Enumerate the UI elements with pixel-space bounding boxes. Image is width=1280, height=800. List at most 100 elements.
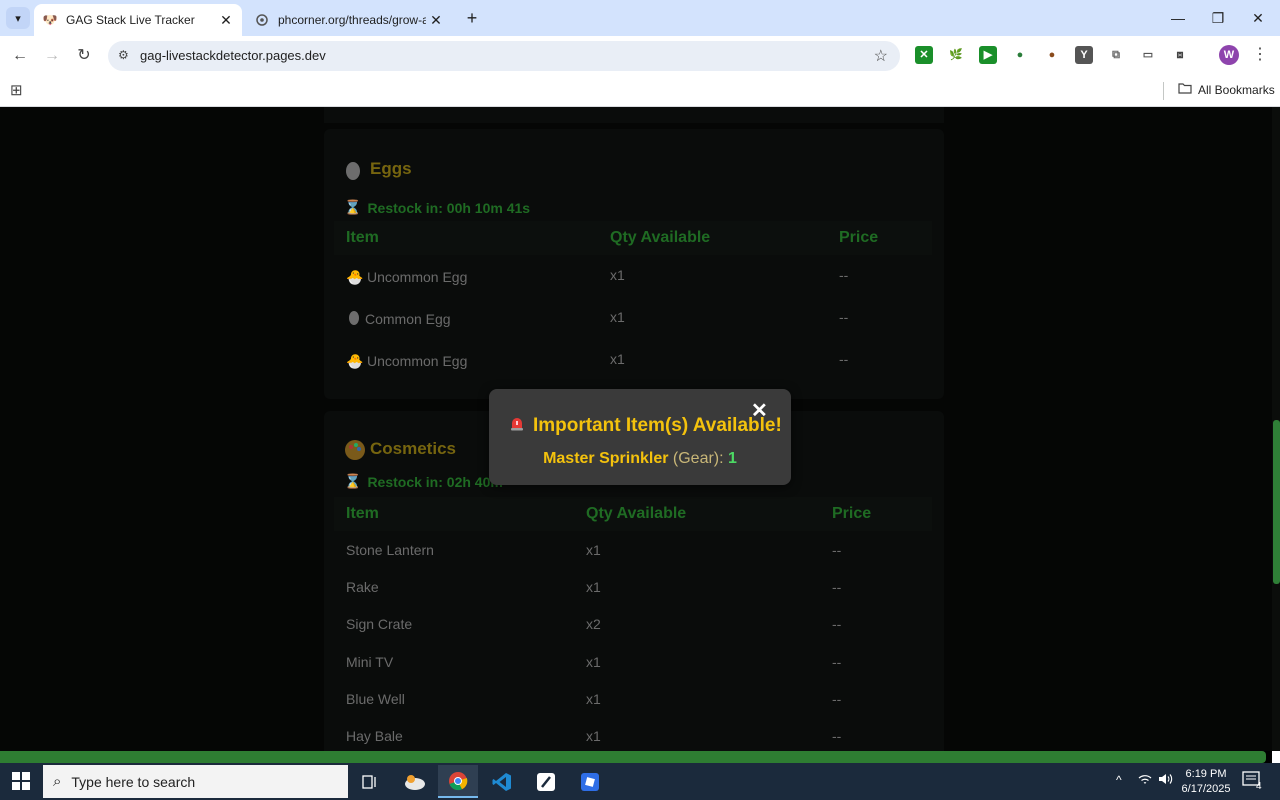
dog-favicon-icon: 🐶	[42, 13, 58, 27]
apps-grid-icon[interactable]: ⊞	[10, 81, 23, 99]
extension-green-icon[interactable]: ✕	[915, 46, 933, 64]
forward-button[interactable]: →	[40, 44, 64, 68]
clock-date: 6/17/2025	[1181, 783, 1231, 795]
column-header: Qty Available	[610, 229, 711, 246]
item-price: --	[832, 579, 842, 595]
all-bookmarks-button[interactable]: All Bookmarks	[1178, 82, 1275, 97]
eggs-title: Eggs	[344, 159, 412, 180]
minimize-button[interactable]: —	[1158, 6, 1198, 30]
item-name: Sign Crate	[346, 616, 413, 632]
horizontal-scrollbar[interactable]	[0, 751, 1266, 763]
item-price: --	[839, 267, 849, 283]
eggs-section: Eggs ⌛ Restock in: 00h 10m 41s Item Qty …	[324, 129, 944, 399]
table-row: Mini TV x1 --	[334, 643, 932, 680]
item-name: Rake	[346, 579, 379, 595]
item-price: --	[832, 691, 842, 707]
extension-y-icon[interactable]: Y	[1075, 46, 1093, 64]
common-egg-icon	[348, 309, 360, 328]
task-view-icon[interactable]	[350, 765, 390, 798]
uncommon-egg-icon: 🐣	[346, 353, 364, 369]
table-row: Rake x1 --	[334, 568, 932, 605]
taskbar-clock[interactable]: 6:19 PM 6/17/2025	[1176, 767, 1236, 797]
extension-globe-icon[interactable]: ●	[1011, 46, 1029, 64]
scrollbar-corner	[1272, 751, 1280, 763]
tray-chevron-up-icon[interactable]: ^	[1116, 773, 1122, 787]
scrollbar-thumb[interactable]	[1273, 420, 1280, 584]
url-text: gag-livestackdetector.pages.dev	[140, 48, 326, 63]
siren-icon	[509, 415, 525, 437]
item-name: Uncommon Egg	[367, 269, 468, 285]
item-qty: x2	[586, 616, 601, 632]
tab-title: GAG Stack Live Tracker	[66, 13, 195, 27]
cosmetics-table: Item Qty Available Price Stone Lantern x…	[334, 497, 932, 751]
table-row: Common Egg x1 --	[334, 297, 932, 339]
vscode-app-icon[interactable]	[482, 765, 522, 798]
windows-start-icon[interactable]	[12, 772, 30, 790]
column-header: Qty Available	[586, 505, 687, 522]
roblox-studio-app-icon[interactable]	[526, 765, 566, 798]
back-button[interactable]: ←	[8, 44, 32, 68]
extension-leaf-icon[interactable]: 🌿	[947, 46, 965, 64]
eggs-title-text: Eggs	[370, 159, 412, 178]
bookmarks-divider	[1163, 82, 1164, 100]
windows-taskbar: ⌕ Type here to search ^ 6:19 PM 6/17/202…	[0, 763, 1280, 800]
site-info-icon[interactable]: ⚙	[118, 48, 129, 62]
item-name: Stone Lantern	[346, 542, 434, 558]
window-close-button[interactable]: ✕	[1238, 6, 1278, 30]
chrome-app-icon[interactable]	[438, 765, 478, 798]
network-icon[interactable]	[1138, 773, 1152, 788]
tab-phcorner[interactable]: phcorner.org/threads/grow-a-g ✕	[246, 4, 452, 36]
column-header: Item	[346, 229, 379, 246]
extension-play-icon[interactable]: ▶	[979, 46, 997, 64]
table-row: Hay Bale x1 --	[334, 717, 932, 751]
modal-item-line: Master Sprinkler (Gear): 1	[489, 450, 791, 468]
tab-gag-tracker[interactable]: 🐶 GAG Stack Live Tracker ✕	[34, 4, 242, 36]
more-menu-icon[interactable]: ⋮	[1252, 44, 1268, 66]
item-qty: x1	[586, 654, 601, 670]
tab-search-button[interactable]: ▾	[6, 7, 30, 29]
table-row: 🐣 Uncommon Egg x1 --	[334, 255, 932, 297]
table-row: 🐣 Uncommon Egg x1 --	[334, 339, 932, 381]
volume-icon[interactable]	[1158, 773, 1174, 788]
item-qty: x1	[586, 579, 601, 595]
clock-time: 6:19 PM	[1185, 768, 1227, 780]
item-name: Blue Well	[346, 691, 405, 707]
close-icon[interactable]: ✕	[426, 12, 446, 29]
bookmark-star-icon[interactable]: ☆	[874, 46, 888, 66]
cosmetics-title: Cosmetics	[344, 439, 456, 460]
modal-item-name: Master Sprinkler	[543, 450, 669, 467]
cosmetics-table-header: Item Qty Available Price	[334, 497, 932, 531]
folder-icon	[1178, 82, 1192, 97]
search-icon: ⌕	[53, 773, 62, 790]
profile-avatar[interactable]: W	[1219, 45, 1239, 65]
item-price: --	[832, 616, 842, 632]
reload-button[interactable]: ↻	[72, 44, 96, 68]
item-qty: x1	[610, 309, 625, 325]
roblox-app-icon[interactable]	[570, 765, 610, 798]
item-qty: x1	[610, 351, 625, 367]
item-qty: x1	[586, 691, 601, 707]
item-name: Uncommon Egg	[367, 353, 468, 369]
extension-window-icon[interactable]: ▭	[1139, 46, 1157, 64]
restore-button[interactable]: ❐	[1198, 6, 1238, 30]
item-name: Common Egg	[365, 311, 451, 327]
all-bookmarks-label: All Bookmarks	[1198, 82, 1275, 97]
extension-puzzle-piece-icon[interactable]: ⧉	[1107, 46, 1125, 64]
chevron-down-icon: ▾	[15, 12, 21, 25]
palette-icon	[344, 439, 365, 460]
address-bar[interactable]: ⚙ gag-livestackdetector.pages.dev ☆	[108, 41, 900, 71]
item-name: Mini TV	[346, 654, 394, 670]
bookmarks-bar: ⊞ All Bookmarks	[0, 76, 1280, 107]
new-tab-button[interactable]: +	[462, 7, 482, 29]
eggs-table: Item Qty Available Price 🐣 Uncommon Egg …	[334, 221, 932, 381]
eggs-restock: ⌛ Restock in: 00h 10m 41s	[344, 199, 530, 216]
weather-app-icon[interactable]	[395, 765, 435, 798]
extension-cookie-icon[interactable]: ●	[1043, 46, 1061, 64]
item-qty: x1	[586, 728, 601, 744]
extensions-menu-icon[interactable]: ⧈	[1171, 46, 1189, 64]
column-header: Item	[346, 505, 379, 522]
eggs-restock-text: Restock in: 00h 10m 41s	[367, 199, 531, 216]
egg-icon	[344, 159, 362, 180]
taskbar-search-box[interactable]: ⌕ Type here to search	[43, 765, 348, 798]
close-icon[interactable]: ✕	[216, 12, 236, 29]
